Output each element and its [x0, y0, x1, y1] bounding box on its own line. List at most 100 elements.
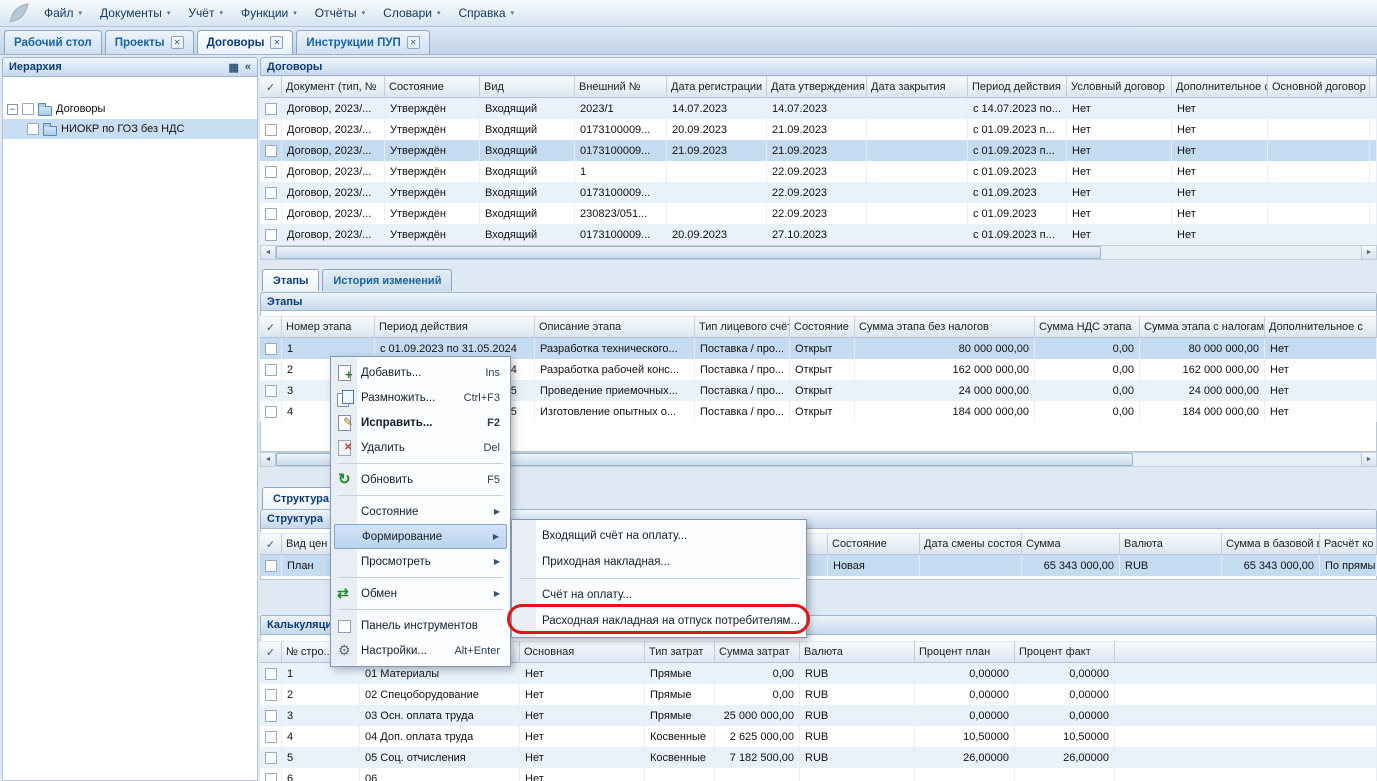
collapse-panel-icon[interactable]: «: [245, 61, 251, 73]
select-all-header[interactable]: ✓: [260, 76, 282, 98]
column-header[interactable]: Процент план: [915, 641, 1015, 663]
row-checkbox[interactable]: [265, 343, 277, 355]
column-header[interactable]: Дополнительное с: [1265, 316, 1377, 338]
column-header[interactable]: Основная: [520, 641, 645, 663]
menu-item[interactable]: Входящий счёт на оплату...: [515, 523, 803, 549]
menu-item[interactable]: Формирование▶: [334, 524, 507, 549]
column-header[interactable]: Сумма: [1022, 533, 1120, 555]
menu-item[interactable]: Счёт на оплату...: [515, 582, 803, 608]
menu-functions[interactable]: Функции▾: [232, 3, 306, 23]
tab-structure[interactable]: Структура: [262, 487, 340, 509]
menu-item[interactable]: Приходная накладная...: [515, 549, 803, 575]
column-header[interactable]: Процент факт: [1015, 641, 1115, 663]
grid-view-icon[interactable]: ▦: [228, 61, 238, 74]
column-header[interactable]: Тип затрат: [645, 641, 715, 663]
column-header[interactable]: [1370, 76, 1377, 98]
column-header[interactable]: Расчёт ко: [1320, 533, 1377, 555]
scroll-left-icon[interactable]: ◄: [261, 246, 276, 259]
table-row[interactable]: 303 Осн. оплата трудаНетПрямые25 000 000…: [260, 705, 1377, 726]
menu-reports[interactable]: Отчёты▾: [306, 3, 374, 23]
column-header[interactable]: Сумма этапа без налогов: [855, 316, 1035, 338]
tab-instructions[interactable]: Инструкции ПУП✕: [296, 30, 429, 54]
tree-checkbox[interactable]: [22, 103, 34, 115]
menu-item[interactable]: Добавить...Ins: [334, 360, 507, 385]
row-checkbox[interactable]: [265, 560, 277, 572]
menu-item[interactable]: Состояние▶: [334, 499, 507, 524]
column-header[interactable]: Сумма НДС этапа: [1035, 316, 1140, 338]
row-checkbox[interactable]: [265, 187, 277, 199]
column-header[interactable]: Состояние: [790, 316, 855, 338]
select-all-header[interactable]: ✓: [260, 641, 282, 663]
row-checkbox[interactable]: [265, 124, 277, 136]
row-checkbox[interactable]: [265, 145, 277, 157]
scroll-right-icon[interactable]: ►: [1361, 453, 1376, 466]
menu-item[interactable]: Панель инструментов: [334, 613, 507, 638]
table-row[interactable]: Договор, 2023/...УтверждёнВходящий122.09…: [260, 161, 1377, 182]
row-checkbox[interactable]: [265, 752, 277, 764]
menu-item[interactable]: ОбновитьF5: [334, 467, 507, 492]
table-row[interactable]: 606Нет: [260, 768, 1377, 781]
row-checkbox[interactable]: [265, 710, 277, 722]
row-checkbox[interactable]: [265, 103, 277, 115]
column-header[interactable]: Тип лицевого счёт: [695, 316, 790, 338]
close-icon[interactable]: ✕: [270, 36, 283, 49]
menu-item[interactable]: Исправить...F2: [334, 410, 507, 435]
row-checkbox[interactable]: [265, 773, 277, 781]
scroll-right-icon[interactable]: ►: [1361, 246, 1376, 259]
tab-projects[interactable]: Проекты✕: [105, 30, 194, 54]
column-header[interactable]: [1115, 641, 1377, 663]
row-checkbox[interactable]: [265, 229, 277, 241]
scroll-left-icon[interactable]: ◄: [261, 453, 276, 466]
close-icon[interactable]: ✕: [407, 36, 420, 49]
tree-node-niokr[interactable]: НИОКР по ГОЗ без НДС: [3, 119, 257, 139]
column-header[interactable]: Дата смены состоя: [920, 533, 1022, 555]
tree-checkbox[interactable]: [27, 123, 39, 135]
column-header[interactable]: Сумма затрат: [715, 641, 800, 663]
row-checkbox[interactable]: [265, 364, 277, 376]
column-header[interactable]: Сумма в базовой в: [1222, 533, 1320, 555]
menu-file[interactable]: Файл▾: [35, 3, 91, 23]
table-row[interactable]: Договор, 2023/...УтверждёнВходящий230823…: [260, 203, 1377, 224]
menu-item[interactable]: Расходная накладная на отпуск потребител…: [515, 608, 803, 634]
contracts-hscrollbar[interactable]: ◄ ►: [260, 245, 1377, 260]
column-header[interactable]: Внешний №: [575, 76, 667, 98]
menu-accounting[interactable]: Учёт▾: [179, 3, 232, 23]
column-header[interactable]: Валюта: [800, 641, 915, 663]
menu-item[interactable]: Настройки...Alt+Enter: [334, 638, 507, 663]
tab-desktop[interactable]: Рабочий стол: [4, 30, 102, 54]
column-header[interactable]: Документ (тип, №: [282, 76, 385, 98]
menu-item[interactable]: Размножить...Ctrl+F3: [334, 385, 507, 410]
column-header[interactable]: Валюта: [1120, 533, 1222, 555]
select-all-header[interactable]: ✓: [260, 533, 282, 555]
column-header[interactable]: Основной договор: [1268, 76, 1370, 98]
tab-contracts[interactable]: Договоры✕: [197, 30, 294, 54]
column-header[interactable]: Условный договор: [1067, 76, 1172, 98]
table-row[interactable]: Договор, 2023/...УтверждёнВходящий017310…: [260, 140, 1377, 161]
row-checkbox[interactable]: [265, 166, 277, 178]
column-header[interactable]: Состояние: [385, 76, 480, 98]
menu-item[interactable]: Просмотреть▶: [334, 549, 507, 574]
tab-stages[interactable]: Этапы: [262, 269, 319, 291]
column-header[interactable]: Сумма этапа с налогами: [1140, 316, 1265, 338]
column-header[interactable]: Дата регистрации: [667, 76, 767, 98]
row-checkbox[interactable]: [265, 668, 277, 680]
menu-documents[interactable]: Документы▾: [91, 3, 179, 23]
tree-expander-icon[interactable]: −: [7, 104, 18, 115]
tab-change-history[interactable]: История изменений: [322, 269, 452, 291]
column-header[interactable]: Период действия: [375, 316, 535, 338]
select-all-header[interactable]: ✓: [260, 316, 282, 338]
column-header[interactable]: Период действия: [968, 76, 1067, 98]
row-checkbox[interactable]: [265, 406, 277, 418]
row-checkbox[interactable]: [265, 731, 277, 743]
column-header[interactable]: Дата утверждения: [767, 76, 867, 98]
column-header[interactable]: Вид: [480, 76, 575, 98]
scrollbar-thumb[interactable]: [276, 246, 1101, 259]
row-checkbox[interactable]: [265, 689, 277, 701]
column-header[interactable]: Состояние: [828, 533, 920, 555]
table-row[interactable]: 202 СпецоборудованиеНетПрямые0,00RUB0,00…: [260, 684, 1377, 705]
menu-item[interactable]: Обмен▶: [334, 581, 507, 606]
table-row[interactable]: Договор, 2023/...УтверждёнВходящий017310…: [260, 182, 1377, 203]
table-row[interactable]: Договор, 2023/...УтверждёнВходящий017310…: [260, 119, 1377, 140]
tree-node-contracts[interactable]: − Договоры: [3, 99, 257, 119]
menu-item[interactable]: УдалитьDel: [334, 435, 507, 460]
